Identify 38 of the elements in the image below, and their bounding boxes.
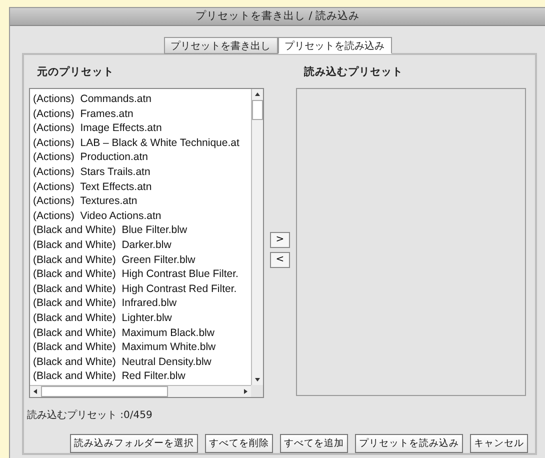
tab[interactable]: プリセットを書き出し xyxy=(164,37,278,54)
list-item[interactable]: (Black and White) High Contrast Blue Filter. xyxy=(33,267,251,282)
list-item[interactable]: (Black and White) Red Filter.blw xyxy=(33,369,251,384)
list-item[interactable]: (Black and White) Maximum Black.blw xyxy=(33,326,251,340)
dialog-button[interactable]: すべてを削除 xyxy=(205,434,273,453)
horizontal-scrollbar[interactable] xyxy=(30,385,251,397)
list-item[interactable]: (Actions) Video Actions.atn xyxy=(33,208,251,224)
list-item[interactable]: (Black and White) Darker.blw xyxy=(33,238,251,253)
list-item[interactable]: (Black and White) Green Filter.blw xyxy=(33,252,251,268)
vertical-scrollbar[interactable] xyxy=(251,89,263,385)
list-item[interactable]: (Actions) Frames.atn xyxy=(33,106,251,122)
list-item[interactable]: (Black and White) Lighter.blw xyxy=(33,310,251,326)
tab[interactable]: プリセットを読み込み xyxy=(278,37,392,54)
list-label: 読み込むプリセット xyxy=(304,65,404,80)
scrollbar-thumb[interactable] xyxy=(252,100,263,120)
list-item[interactable]: (Black and White) Neutral Density.blw xyxy=(33,354,251,370)
list-item[interactable]: (Actions) Commands.atn xyxy=(33,92,251,107)
scrollbar-thumb[interactable] xyxy=(41,386,168,397)
source-list[interactable] xyxy=(29,88,264,398)
list-item[interactable]: (Actions) Stars Trails.atn xyxy=(33,164,251,180)
move-button[interactable]: > xyxy=(270,232,290,248)
list-item[interactable]: (Actions) Textures.atn xyxy=(33,194,251,209)
dialog-button[interactable]: すべてを追加 xyxy=(280,434,348,453)
list-item[interactable]: (Black and White) Maximum White.blw xyxy=(33,340,251,355)
list-item[interactable]: (Black and White) High Contrast Red Filter. xyxy=(33,282,251,296)
list-item[interactable]: (Black and White) Infrared.blw xyxy=(33,296,251,311)
dialog-button[interactable]: プリセットを読み込み xyxy=(355,434,463,453)
move-button[interactable]: < xyxy=(270,252,290,268)
list-item[interactable]: (Actions) Text Effects.atn xyxy=(33,180,251,194)
dialog-button[interactable]: キャンセル xyxy=(470,434,528,453)
window-title: プリセットを書き出し / 読み込み xyxy=(10,8,545,26)
list-item[interactable]: (Actions) LAB – Black & White Technique.at xyxy=(33,136,251,150)
list-item[interactable]: (Black and White) Blue Filter.blw xyxy=(33,223,251,238)
preset-count: 読み込むプリセット :0/459 xyxy=(27,408,154,422)
list-item[interactable]: (Actions) Production.atn xyxy=(33,150,251,165)
list-label: 元のプリセット xyxy=(37,65,115,80)
dialog-button[interactable]: 読み込みフォルダーを選択 xyxy=(70,434,198,453)
list-item[interactable]: (Actions) Image Effects.atn xyxy=(33,121,251,136)
